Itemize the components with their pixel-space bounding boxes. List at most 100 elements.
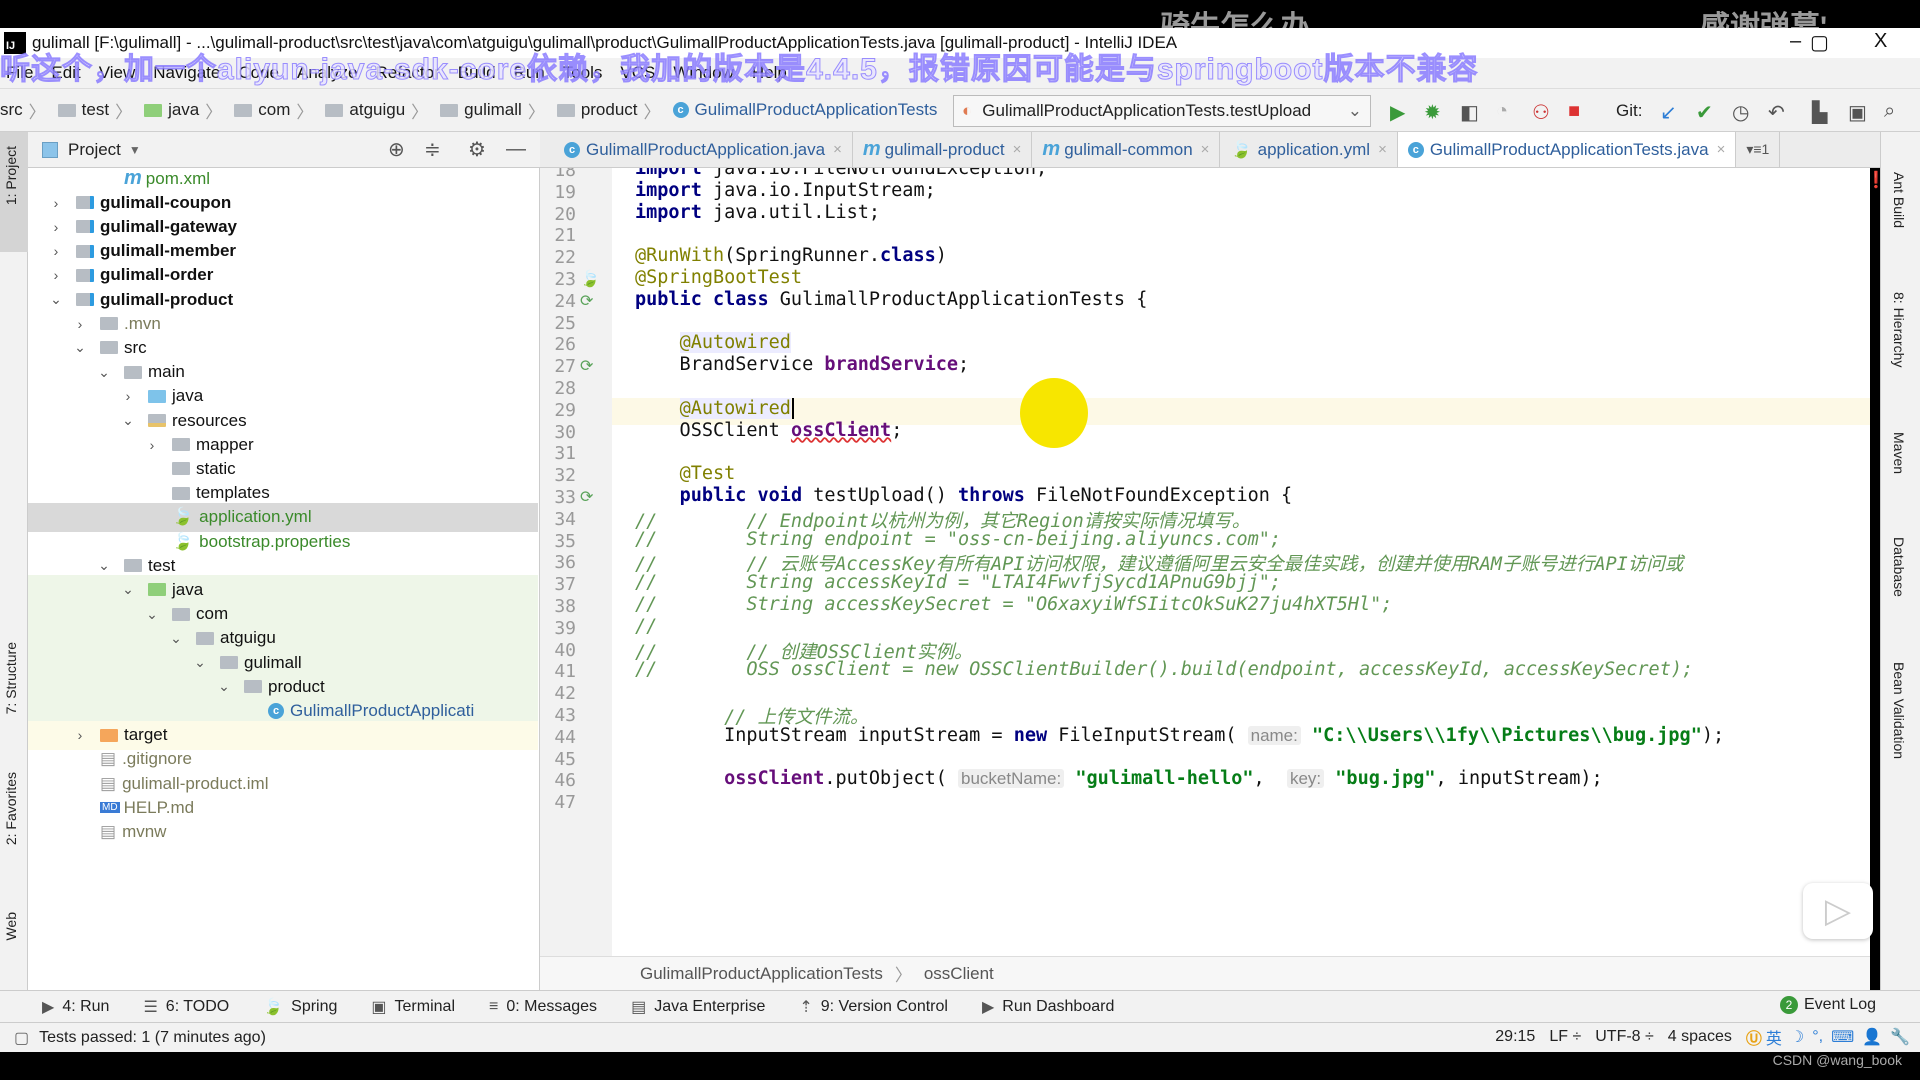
debug-icon[interactable]: ✹ [1424,100,1441,125]
expand-chevron-icon[interactable]: › [120,388,136,404]
expand-chevron-icon[interactable]: ⌄ [144,606,160,623]
code-line[interactable]: // String accessKeySecret = "O6xaxyiWfSI… [635,594,1392,615]
code-line[interactable]: import java.util.List; [635,202,880,223]
git-rollback-icon[interactable]: ↶ [1768,100,1785,125]
search-icon[interactable]: ⌕ [1884,100,1895,123]
code-editor[interactable]: 18 import java.io.FileNotFoundException; 1… [540,168,1870,956]
editor-tab[interactable]: m gulimall-product × [853,132,1033,167]
code-line[interactable]: // OSS ossClient = new OSSClientBuilder(… [635,659,1693,680]
tool-window-button[interactable]: 🍃 Spring [263,997,337,1017]
project-view-selector[interactable]: Project [68,140,121,160]
run-icon[interactable]: ▶ [1390,100,1405,125]
expand-chevron-icon[interactable]: ⌄ [120,412,136,429]
code-line[interactable]: public class GulimallProductApplicationT… [635,289,1147,310]
close-button[interactable]: X [1874,30,1887,53]
run-anything-icon[interactable]: ▣ [1848,100,1867,125]
git-history-icon[interactable]: ◷ [1732,100,1749,125]
tool-window-button[interactable]: ▣ Terminal [371,997,455,1017]
code-line[interactable]: @Test [635,463,736,484]
crumb-test[interactable]: test 〉 [57,98,138,123]
project-structure-icon[interactable]: ▙ [1812,100,1827,125]
tool-web[interactable]: Web [3,912,19,941]
code-line[interactable]: BrandService brandService; [635,354,970,375]
coverage-icon[interactable]: ◧ [1460,100,1479,125]
close-tab-icon[interactable]: × [1378,141,1387,158]
stop-icon[interactable]: ■ [1568,100,1580,123]
tree-item[interactable]: ▤ mvnw [28,817,538,846]
expand-chevron-icon[interactable]: ⌄ [48,291,64,308]
tool-window-button[interactable]: ☰ 6: TODO [143,997,229,1017]
tool-window-button[interactable]: ▶ 4: Run [42,997,109,1017]
hide-panel-icon[interactable]: — [506,138,526,161]
ime-moon-icon[interactable]: ☽ [1790,1027,1804,1047]
tool-window-button[interactable]: ⇡ 9: Version Control [799,997,948,1017]
wrench-icon[interactable]: 🔧 [1890,1027,1910,1047]
expand-chevron-icon[interactable]: ⌄ [168,630,184,647]
expand-chevron-icon[interactable]: › [72,727,88,743]
chevron-down-icon[interactable]: ▼ [129,143,141,157]
tool-window-button[interactable]: ▤ Java Enterprise [631,997,765,1017]
editor-tab[interactable]: m gulimall-common × [1032,132,1221,167]
editor-tab[interactable]: c GulimallProductApplicationTests.java × [1397,132,1737,167]
code-line[interactable]: // String endpoint = "oss-cn-beijing.ali… [635,529,1281,550]
tool-maven[interactable]: Maven [1891,432,1907,474]
tool-window-button[interactable]: ≡ 0: Messages [489,998,597,1016]
expand-chevron-icon[interactable]: ⌄ [72,339,88,356]
status-panel-icon[interactable]: ▢ [14,1028,29,1048]
code-line[interactable]: InputStream inputStream = new FileInputS… [635,725,1724,746]
code-line[interactable]: // String accessKeyId = "LTAI4FwvfjSycd1… [635,572,1281,593]
event-log-button[interactable]: 2 Event Log [1780,996,1876,1014]
expand-chevron-icon[interactable]: › [48,243,64,259]
code-line[interactable]: @SpringBootTest [635,267,802,288]
tool-database[interactable]: Database [1891,537,1907,597]
tool-project[interactable]: 1: Project [3,146,19,205]
code-line[interactable]: OSSClient ossClient; [635,420,903,441]
tool-bean-validation[interactable]: Bean Validation [1891,662,1907,759]
tool-favorites[interactable]: 2: Favorites [3,772,19,845]
close-tab-icon[interactable]: × [833,141,842,158]
user-icon[interactable]: 👤 [1862,1027,1882,1047]
crumb-product[interactable]: product 〉 [556,98,667,123]
crumb-atguigu[interactable]: atguigu 〉 [325,98,434,123]
minimize-button[interactable]: – [1790,30,1801,53]
collapse-all-icon[interactable]: ≑ [424,137,441,162]
caret-position[interactable]: 29:15 [1495,1028,1535,1046]
spring-bean-icon[interactable]: 🍃 [580,269,600,289]
expand-chevron-icon[interactable]: › [48,219,64,235]
git-commit-icon[interactable]: ✔ [1696,100,1713,125]
code-line[interactable]: import java.io.FileNotFoundException; [635,168,1047,179]
close-tab-icon[interactable]: × [1717,141,1726,158]
close-tab-icon[interactable]: × [1201,141,1210,158]
code-line[interactable]: @Autowired [635,397,794,419]
expand-chevron-icon[interactable]: › [72,316,88,332]
run-config-selector[interactable]: ◐ GulimallProductApplicationTests.testUp… [953,95,1371,127]
video-play-button[interactable]: ▷ [1803,883,1873,939]
tab-overflow-button[interactable]: ▾≡1 [1736,132,1781,167]
code-line[interactable]: @Autowired [635,332,791,354]
editor-tab[interactable]: 🍃 application.yml × [1220,132,1398,167]
run-test-gutter-icon[interactable]: ⟳ [580,356,593,376]
tool-ant-build[interactable]: Ant Build [1891,172,1907,228]
close-tab-icon[interactable]: × [1013,141,1022,158]
run-test-gutter-icon[interactable]: ⟳ [580,487,593,507]
expand-chevron-icon[interactable]: ⌄ [96,364,112,381]
expand-chevron-icon[interactable]: ⌄ [96,557,112,574]
crumb-java[interactable]: java 〉 [144,98,228,123]
indent-setting[interactable]: 4 spaces [1668,1028,1732,1046]
crumb-gulimall[interactable]: gulimall 〉 [440,98,551,123]
breadcrumb-field[interactable]: ossClient [924,964,994,984]
file-encoding[interactable]: UTF-8 ÷ [1595,1028,1654,1046]
run-test-gutter-icon[interactable]: ⟳ [580,291,593,311]
crumb-com[interactable]: com 〉 [234,98,319,123]
tool-structure[interactable]: 7: Structure [3,642,19,714]
tool-hierarchy[interactable]: 8: Hierarchy [1891,292,1907,367]
code-line[interactable]: @RunWith(SpringRunner.class) [635,245,947,266]
ime-language[interactable]: 英 [1766,1025,1782,1049]
editor-tab[interactable]: c GulimallProductApplication.java × [554,132,853,167]
ime-punct-icon[interactable]: °, [1812,1028,1823,1046]
maximize-button[interactable]: ▢ [1810,30,1829,55]
locate-icon[interactable]: ⊕ [388,137,405,162]
expand-chevron-icon[interactable]: ⌄ [120,581,136,598]
expand-chevron-icon[interactable]: › [48,267,64,283]
code-line[interactable]: import java.io.InputStream; [635,180,936,201]
